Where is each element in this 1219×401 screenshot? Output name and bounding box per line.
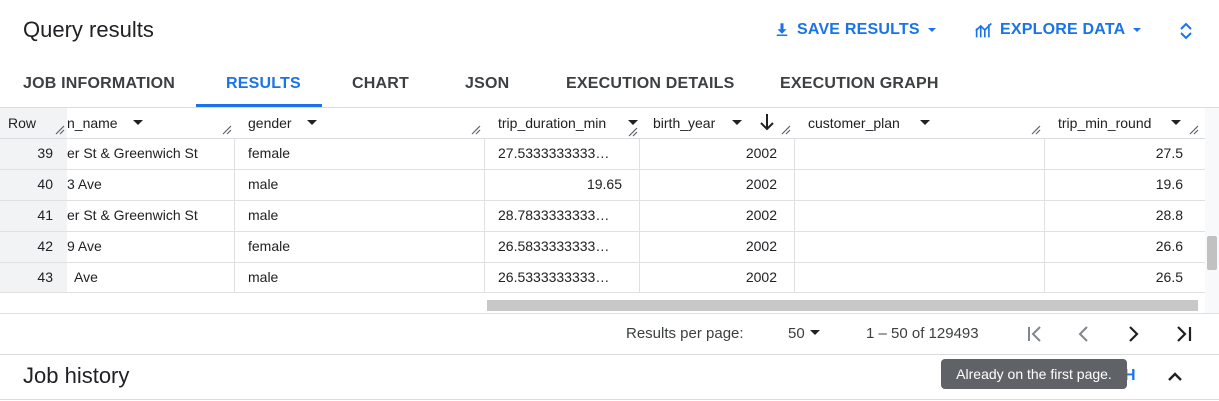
results-per-page-value: 50 [788, 325, 805, 342]
column-resize-icon[interactable] [781, 122, 791, 135]
row-number: 39 [37, 145, 53, 161]
cell-trip-min-round: 26.5 [1155, 269, 1183, 285]
column-resize-icon[interactable] [55, 122, 65, 135]
cell-customer-plan [808, 138, 1038, 169]
cell-customer-plan [808, 231, 1038, 262]
cell-trip-min-round: 26.6 [1155, 238, 1183, 254]
download-icon [773, 21, 791, 39]
row-header: Row [8, 115, 37, 131]
cell-name: er St & Greenwich St [67, 207, 198, 223]
column-divider [794, 138, 795, 293]
cell-name: Ave [74, 269, 98, 285]
column-header-customer-plan[interactable]: customer_plan [794, 108, 1044, 138]
cell-trip-duration-min: 27.5333333333… [498, 145, 610, 161]
sort-descending-arrow-icon[interactable] [759, 113, 775, 134]
tab-job-information[interactable]: JOB INFORMATION [23, 66, 175, 108]
page-title: Query results [23, 17, 154, 42]
column-resize-icon[interactable] [1031, 122, 1041, 135]
column-divider [234, 138, 235, 293]
caret-down-icon [1131, 24, 1143, 36]
explore-data-button[interactable]: EXPLORE DATA [974, 21, 1143, 39]
caret-down-icon[interactable] [306, 115, 318, 131]
cell-trip-min-round: 19.6 [1155, 176, 1183, 192]
column-header-name[interactable]: n_name [67, 108, 234, 138]
previous-page-icon[interactable] [1075, 324, 1091, 348]
save-results-button[interactable]: SAVE RESULTS [773, 21, 938, 39]
cell-birth-year: 2002 [745, 145, 777, 161]
active-tab-indicator [196, 104, 322, 107]
results-tabs: JOB INFORMATION RESULTS CHART JSON EXECU… [0, 66, 1219, 108]
cell-name: 3 Ave [67, 176, 102, 192]
cell-gender: female [248, 145, 291, 161]
tab-results[interactable]: RESULTS [226, 66, 301, 108]
chevron-up-icon[interactable] [1166, 369, 1184, 388]
expand-collapse-icon[interactable] [1178, 21, 1194, 46]
cell-gender: male [248, 207, 279, 223]
tab-execution-details[interactable]: EXECUTION DETAILS [566, 66, 734, 108]
column-divider [484, 138, 485, 293]
row-number: 40 [37, 176, 53, 192]
first-page-icon[interactable] [1026, 324, 1044, 348]
column-header-gender[interactable]: gender [234, 108, 484, 138]
row-number: 42 [37, 238, 53, 254]
vertical-scrollbar[interactable] [1205, 108, 1219, 313]
chart-icon [974, 21, 994, 39]
column-resize-icon[interactable] [471, 122, 481, 135]
column-resize-icon[interactable] [1189, 122, 1199, 135]
results-per-page-select[interactable]: 50 [788, 325, 821, 342]
caret-down-icon[interactable] [132, 115, 144, 131]
cell-gender: female [248, 238, 291, 254]
column-divider [1044, 138, 1045, 293]
cell-gender: male [248, 176, 279, 192]
column-resize-icon[interactable] [222, 122, 232, 135]
cell-trip-duration-min: 26.5333333333… [498, 269, 610, 285]
cell-trip-duration-min: 19.65 [586, 176, 622, 192]
caret-down-icon[interactable] [1170, 115, 1182, 131]
pagination-bar: Results per page: 50 1 – 50 of 129493 [0, 313, 1219, 354]
cell-birth-year: 2002 [745, 176, 777, 192]
cell-trip-duration-min: 28.7833333333… [498, 207, 610, 223]
column-header-trip-duration-min[interactable]: trip_duration_min [484, 108, 639, 138]
tab-execution-graph[interactable]: EXECUTION GRAPH [780, 66, 939, 108]
cell-birth-year: 2002 [745, 238, 777, 254]
cell-trip-min-round: 28.8 [1155, 207, 1183, 223]
horizontal-scrollbar-thumb[interactable] [487, 300, 1198, 311]
caret-down-icon [809, 325, 821, 342]
cell-trip-min-round: 27.5 [1155, 145, 1183, 161]
cell-customer-plan [808, 262, 1038, 293]
cell-name: 9 Ave [67, 238, 102, 254]
caret-down-icon[interactable] [731, 115, 743, 131]
caret-down-icon[interactable] [919, 115, 931, 131]
job-history-title: Job history [23, 363, 130, 388]
cell-trip-duration-min: 26.5833333333… [498, 238, 610, 254]
column-header-birth-year[interactable]: birth_year [639, 108, 794, 138]
caret-down-icon [926, 24, 938, 36]
vertical-scrollbar-thumb[interactable] [1207, 236, 1217, 270]
cell-customer-plan [808, 200, 1038, 231]
results-range-text: 1 – 50 of 129493 [866, 325, 979, 342]
cell-gender: male [248, 269, 279, 285]
tab-json[interactable]: JSON [465, 66, 509, 108]
tooltip: Already on the first page. [941, 359, 1127, 389]
last-page-icon[interactable] [1175, 324, 1193, 348]
cell-name: er St & Greenwich St [67, 145, 198, 161]
tab-chart[interactable]: CHART [352, 66, 409, 108]
explore-data-label: EXPLORE DATA [1000, 21, 1126, 38]
column-divider [639, 138, 640, 293]
column-header-trip-min-round[interactable]: trip_min_round [1044, 108, 1205, 138]
next-page-icon[interactable] [1126, 324, 1142, 348]
results-per-page-label: Results per page: [626, 325, 744, 342]
cell-customer-plan [808, 169, 1038, 200]
row-number: 43 [37, 269, 53, 285]
cell-birth-year: 2002 [745, 269, 777, 285]
column-resize-icon[interactable] [628, 124, 638, 137]
cell-birth-year: 2002 [745, 207, 777, 223]
save-results-label: SAVE RESULTS [797, 21, 920, 38]
results-table: Row n_name gender trip_duration_min birt… [0, 108, 1205, 293]
row-number: 41 [37, 207, 53, 223]
